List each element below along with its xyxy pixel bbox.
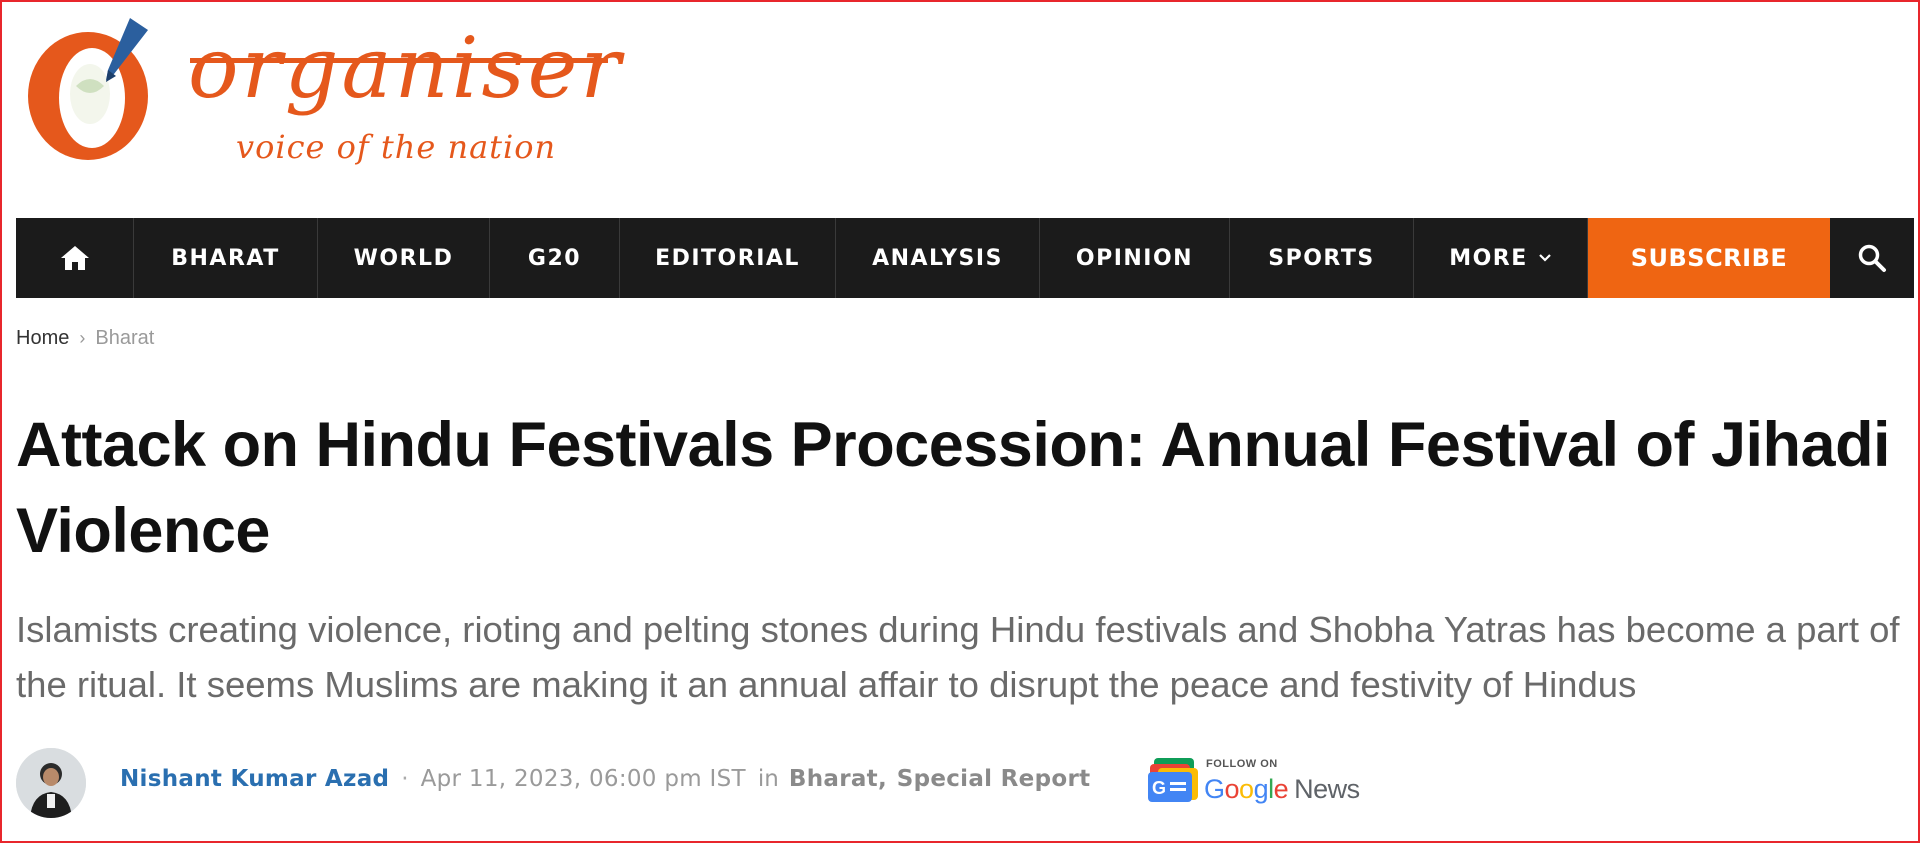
nav-item-more[interactable]: MORE (1414, 218, 1588, 298)
news-wordmark: News (1294, 774, 1360, 804)
author-avatar[interactable] (16, 748, 86, 818)
main-nav: BHARAT WORLD G20 EDITORIAL ANALYSIS OPIN… (16, 218, 1914, 298)
breadcrumb-current[interactable]: Bharat (95, 327, 154, 350)
byline-separator: · (401, 766, 409, 792)
google-news-follow-button[interactable]: G FOLLOW ON Google News (1146, 752, 1386, 812)
google-wordmark: Google (1204, 774, 1289, 804)
chevron-down-icon (1539, 254, 1551, 262)
search-icon (1858, 244, 1886, 272)
page-frame: organiser voice of the nation BHARAT WOR… (0, 0, 1920, 843)
logo-headline-bar (190, 58, 608, 63)
breadcrumb: Home › Bharat (16, 327, 154, 350)
breadcrumb-separator: › (79, 328, 86, 348)
nav-home[interactable] (16, 218, 134, 298)
nav-item-world[interactable]: WORLD (318, 218, 490, 298)
nav-item-analysis[interactable]: ANALYSIS (836, 218, 1040, 298)
category-prefix: in (757, 766, 779, 792)
nav-more-label: MORE (1449, 245, 1528, 271)
nav-item-bharat[interactable]: BHARAT (134, 218, 318, 298)
nav-item-sports[interactable]: SPORTS (1230, 218, 1414, 298)
nav-item-opinion[interactable]: OPINION (1040, 218, 1230, 298)
search-button[interactable] (1830, 218, 1914, 298)
home-icon (60, 246, 89, 270)
category-comma: , (877, 766, 887, 792)
avatar-portrait (16, 748, 86, 818)
article-meta: Nishant Kumar Azad · Apr 11, 2023, 06:00… (16, 748, 1906, 818)
article-summary: Islamists creating violence, rioting and… (16, 609, 1900, 705)
nav-item-g20[interactable]: G20 (490, 218, 620, 298)
article-headline: Attack on Hindu Festivals Procession: An… (16, 410, 1891, 566)
breadcrumb-home[interactable]: Home (16, 327, 69, 350)
site-logo[interactable]: organiser voice of the nation (18, 16, 621, 166)
google-news-follow-on: FOLLOW ON (1206, 758, 1278, 770)
publish-date: Apr 11, 2023, 06:00 pm IST (420, 766, 746, 792)
logo-tagline: voice of the nation (236, 128, 557, 166)
category-link-special-report[interactable]: Special Report (897, 766, 1091, 792)
svg-text:G: G (1152, 778, 1166, 798)
author-name[interactable]: Nishant Kumar Azad (120, 766, 389, 792)
category-link-bharat[interactable]: Bharat (789, 766, 878, 792)
nav-item-editorial[interactable]: EDITORIAL (620, 218, 836, 298)
google-news-wordmark: Google News (1204, 774, 1360, 805)
google-news-icon: G (1148, 758, 1198, 802)
organiser-logo-mark (28, 18, 148, 160)
subscribe-button[interactable]: SUBSCRIBE (1588, 218, 1830, 298)
logo-wordmark: organiser (188, 19, 624, 117)
byline: Nishant Kumar Azad · Apr 11, 2023, 06:00… (120, 766, 1090, 792)
